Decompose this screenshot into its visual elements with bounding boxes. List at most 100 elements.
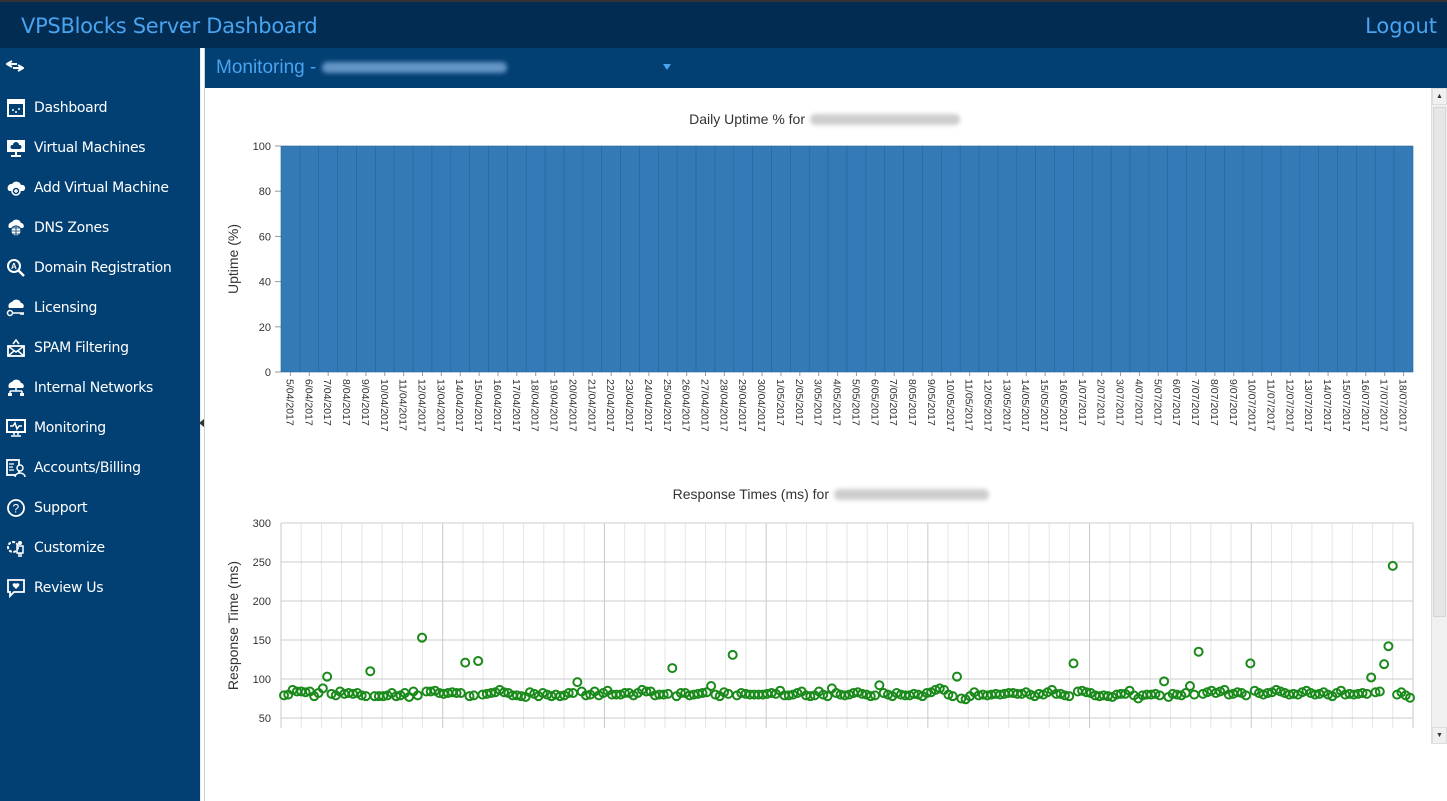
x-tick-label: 11/07/2017 [1265, 379, 1277, 431]
sidebar-item-domain-registration[interactable]: A Domain Registration [0, 248, 200, 288]
collapse-arrows-icon[interactable] [5, 59, 25, 78]
response-point [667, 663, 678, 674]
app-title: VPSBlocks Server Dashboard [21, 14, 318, 38]
cloud-network-icon [6, 378, 26, 398]
x-tick-label: 30/04/2017 [755, 379, 767, 432]
y-tick-label: 100 [253, 674, 271, 686]
response-point [1245, 658, 1256, 669]
y-tick-label: 300 [253, 518, 271, 530]
response-point [460, 657, 471, 668]
uptime-bar [676, 145, 697, 373]
uptime-bar [733, 145, 753, 373]
y-tick-label: 20 [259, 322, 271, 334]
x-tick-label: 14/07/2017 [1321, 379, 1333, 432]
response-chart-title: Response Times (ms) for [673, 486, 830, 502]
uptime-bar [978, 145, 999, 373]
uptime-bar [601, 145, 621, 373]
x-tick-label: 24/04/2017 [642, 379, 654, 432]
vertical-scrollbar[interactable]: ▲ ▼ [1431, 88, 1447, 744]
sidebar-item-label: Virtual Machines [34, 140, 146, 156]
uptime-bar [1374, 145, 1395, 373]
sidebar-item-dns-zones[interactable]: DNS Zones [0, 208, 200, 248]
x-tick-label: 8/04/2017 [340, 379, 352, 426]
sidebar-item-customize[interactable]: Customize [0, 528, 200, 568]
y-tick-label: 50 [259, 713, 271, 725]
sidebar-item-dashboard[interactable]: Dashboard [0, 88, 200, 128]
x-tick-label: 19/04/2017 [548, 379, 560, 432]
uptime-bar [375, 145, 395, 373]
svg-text:?: ? [13, 502, 20, 516]
search-domain-icon: A [6, 258, 26, 278]
x-tick-label: 4/05/2017 [831, 379, 843, 426]
response-point [1366, 672, 1377, 683]
sidebar-item-internal-networks[interactable]: Internal Networks [0, 368, 200, 408]
uptime-bar [1148, 145, 1169, 373]
sidebar-item-label: Add Virtual Machine [34, 180, 169, 196]
uptime-bar [1318, 145, 1338, 373]
uptime-bar [639, 145, 659, 373]
uptime-bar [280, 145, 301, 373]
x-tick-label: 18/07/2017 [1397, 379, 1409, 432]
response-point [1184, 681, 1195, 692]
uptime-bar [582, 145, 603, 373]
top-bar: VPSBlocks Server Dashboard Logout [0, 0, 1447, 48]
x-tick-label: 12/04/2017 [416, 379, 428, 432]
x-tick-label: 9/04/2017 [359, 379, 371, 426]
x-tick-label: 10/05/2017 [944, 379, 956, 432]
scroll-down-button[interactable]: ▼ [1432, 727, 1447, 744]
y-tick-label: 0 [265, 367, 271, 379]
uptime-bar [790, 145, 810, 373]
uptime-bar [1073, 145, 1093, 373]
uptime-bar [620, 145, 640, 373]
x-tick-label: 17/07/2017 [1378, 379, 1390, 432]
uptime-bar [1110, 145, 1131, 373]
response-point [727, 649, 738, 660]
monitor-cloud-icon [6, 138, 26, 158]
sidebar-item-label: DNS Zones [34, 220, 109, 236]
x-tick-label: 7/05/2017 [887, 379, 899, 426]
x-tick-label: 10/04/2017 [378, 379, 390, 432]
page-title: Monitoring - [216, 57, 507, 79]
uptime-bar [922, 145, 942, 373]
uptime-bar [658, 145, 678, 373]
x-tick-label: 12/05/2017 [982, 379, 994, 432]
sidebar-item-accounts-billing[interactable]: Accounts/Billing [0, 448, 200, 488]
sidebar-item-spam-filtering[interactable]: SPAM Filtering [0, 328, 200, 368]
x-tick-label: 14/04/2017 [453, 379, 465, 432]
logout-link[interactable]: Logout [1365, 14, 1437, 38]
x-tick-label: 11/05/2017 [963, 379, 975, 431]
redacted-url [834, 489, 989, 500]
uptime-chart: Daily Uptime % for Uptime (%) 0 20 40 60 80 100… [225, 111, 1414, 432]
account-card-icon [6, 458, 26, 478]
svg-text:A: A [11, 262, 17, 271]
uptime-bar [488, 145, 508, 373]
monitor-select-dropdown[interactable] [663, 64, 671, 70]
x-tick-label: 6/04/2017 [302, 379, 314, 426]
scroll-thumb[interactable] [1433, 107, 1446, 617]
sidebar-item-label: Dashboard [34, 100, 108, 116]
sidebar-item-virtual-machines[interactable]: Virtual Machines [0, 128, 200, 168]
add-cloud-icon [6, 178, 26, 198]
sidebar-item-review-us[interactable]: Review Us [0, 568, 200, 608]
sidebar-item-support[interactable]: ? Support [0, 488, 200, 528]
uptime-bar [1280, 145, 1301, 373]
uptime-bar [1091, 145, 1112, 373]
uptime-bar [544, 145, 565, 373]
uptime-bar [997, 145, 1018, 373]
uptime-bar [1035, 145, 1055, 373]
x-tick-label: 26/04/2017 [680, 379, 692, 432]
sidebar-item-monitoring[interactable]: Monitoring [0, 408, 200, 448]
redacted-url [810, 114, 960, 125]
y-tick-label: 200 [253, 596, 271, 608]
x-tick-label: 7/07/2017 [1189, 379, 1201, 426]
sidebar-item-add-virtual-machine[interactable]: Add Virtual Machine [0, 168, 200, 208]
response-point [1189, 689, 1200, 700]
sidebar-item-label: Licensing [34, 300, 98, 316]
y-tick-label: 40 [259, 277, 271, 289]
x-tick-label: 5/07/2017 [1151, 379, 1163, 426]
x-tick-label: 13/07/2017 [1302, 379, 1314, 432]
sidebar-item-licensing[interactable]: Licensing [0, 288, 200, 328]
scroll-up-button[interactable]: ▲ [1432, 88, 1447, 105]
collapse-sidebar-arrow-icon[interactable] [199, 419, 204, 427]
uptime-bar [695, 145, 716, 373]
